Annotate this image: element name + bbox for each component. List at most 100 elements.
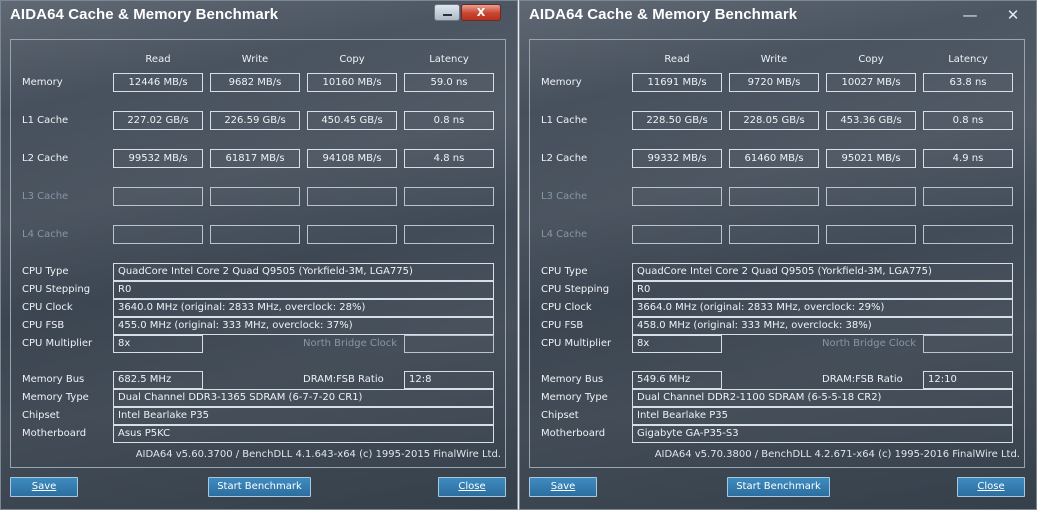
memory-type-value: Dual Channel DDR2-1100 SDRAM (6-5-5-18 C…	[632, 389, 1013, 407]
cpu-fsb-label: CPU FSB	[22, 320, 65, 331]
memory-bus-label: Memory Bus	[541, 374, 604, 385]
save-button[interactable]: Save	[10, 477, 78, 497]
chipset-value: Intel Bearlake P35	[632, 407, 1013, 425]
cpu-fsb-label: CPU FSB	[541, 320, 584, 331]
row-label-l3-cache: L3 Cache	[541, 191, 588, 202]
minimize-icon	[443, 14, 452, 16]
cpu-multiplier-value: 8x	[632, 335, 722, 353]
start-benchmark-button[interactable]: Start Benchmark	[208, 477, 311, 497]
start-benchmark-label: Start Benchmark	[217, 481, 302, 492]
save-button-label: Save	[550, 481, 576, 492]
l1-read-value: 227.02 GB/s	[113, 111, 203, 130]
l3-copy-value	[826, 187, 916, 206]
row-label-l1-cache: L1 Cache	[22, 115, 69, 126]
minimize-button[interactable]: —	[958, 5, 982, 25]
cpu-clock-value: 3640.0 MHz (original: 2833 MHz, overcloc…	[113, 299, 494, 317]
memory-copy-value: 10160 MB/s	[307, 73, 397, 92]
north-bridge-clock-value	[404, 335, 494, 353]
chipset-value: Intel Bearlake P35	[113, 407, 494, 425]
l4-read-value	[632, 225, 722, 244]
l3-write-value	[729, 187, 819, 206]
minimize-button[interactable]	[434, 4, 460, 21]
window-title: AIDA64 Cache & Memory Benchmark	[529, 6, 798, 23]
l2-latency-value: 4.9 ns	[923, 149, 1013, 168]
cpu-stepping-value: R0	[113, 281, 494, 299]
l4-write-value	[210, 225, 300, 244]
row-label-memory: Memory	[22, 77, 63, 88]
close-button[interactable]: Close	[957, 477, 1025, 497]
memory-bus-value: 549.6 MHz	[632, 371, 722, 389]
cpu-fsb-value: 458.0 MHz (original: 333 MHz, overclock:…	[632, 317, 1013, 335]
row-label-l4-cache: L4 Cache	[541, 229, 588, 240]
l4-write-value	[729, 225, 819, 244]
results-panel: Read Write Copy Latency Memory 11691 MB/…	[529, 39, 1025, 468]
l2-copy-value: 94108 MB/s	[307, 149, 397, 168]
l2-read-value: 99332 MB/s	[632, 149, 722, 168]
start-benchmark-button[interactable]: Start Benchmark	[727, 477, 830, 497]
memory-read-value: 12446 MB/s	[113, 73, 203, 92]
memory-type-value: Dual Channel DDR3-1365 SDRAM (6-7-7-20 C…	[113, 389, 494, 407]
close-window-button[interactable]: ✕	[1001, 5, 1025, 25]
cpu-fsb-value: 455.0 MHz (original: 333 MHz, overclock:…	[113, 317, 494, 335]
version-footer: AIDA64 v5.60.3700 / BenchDLL 4.1.643-x64…	[135, 449, 501, 460]
l3-read-value	[632, 187, 722, 206]
window-title: AIDA64 Cache & Memory Benchmark	[10, 6, 279, 23]
column-header-latency: Latency	[429, 54, 469, 65]
cpu-multiplier-label: CPU Multiplier	[541, 338, 612, 349]
save-button[interactable]: Save	[529, 477, 597, 497]
row-label-l3-cache: L3 Cache	[22, 191, 69, 202]
cpu-stepping-value: R0	[632, 281, 1013, 299]
l1-latency-value: 0.8 ns	[923, 111, 1013, 130]
close-button-label: Close	[458, 481, 486, 492]
motherboard-label: Motherboard	[22, 428, 87, 439]
cpu-clock-label: CPU Clock	[541, 302, 592, 313]
memory-read-value: 11691 MB/s	[632, 73, 722, 92]
memory-write-value: 9682 MB/s	[210, 73, 300, 92]
row-label-l1-cache: L1 Cache	[541, 115, 588, 126]
title-bar[interactable]: AIDA64 Cache & Memory Benchmark — ✕	[520, 1, 1036, 29]
cpu-clock-label: CPU Clock	[22, 302, 73, 313]
north-bridge-clock-label: North Bridge Clock	[822, 338, 917, 349]
benchmark-window-right: AIDA64 Cache & Memory Benchmark — ✕ Read…	[519, 0, 1037, 510]
north-bridge-clock-value	[923, 335, 1013, 353]
column-header-latency: Latency	[948, 54, 988, 65]
motherboard-value: Asus P5KC	[113, 425, 494, 443]
l4-latency-value	[404, 225, 494, 244]
title-bar[interactable]: AIDA64 Cache & Memory Benchmark X	[1, 1, 517, 29]
cpu-stepping-label: CPU Stepping	[22, 284, 91, 295]
motherboard-value: Gigabyte GA-P35-S3	[632, 425, 1013, 443]
memory-bus-label: Memory Bus	[22, 374, 85, 385]
l3-write-value	[210, 187, 300, 206]
dram-fsb-ratio-label: DRAM:FSB Ratio	[303, 374, 384, 385]
l3-latency-value	[404, 187, 494, 206]
save-button-label: Save	[31, 481, 57, 492]
l4-copy-value	[307, 225, 397, 244]
north-bridge-clock-label: North Bridge Clock	[303, 338, 398, 349]
column-header-read: Read	[664, 54, 690, 65]
version-footer: AIDA64 v5.70.3800 / BenchDLL 4.2.671-x64…	[654, 449, 1020, 460]
memory-type-label: Memory Type	[22, 392, 89, 403]
l2-latency-value: 4.8 ns	[404, 149, 494, 168]
l2-read-value: 99532 MB/s	[113, 149, 203, 168]
row-label-l4-cache: L4 Cache	[22, 229, 69, 240]
l2-write-value: 61460 MB/s	[729, 149, 819, 168]
cpu-multiplier-value: 8x	[113, 335, 203, 353]
l3-read-value	[113, 187, 203, 206]
close-button[interactable]: Close	[438, 477, 506, 497]
close-icon: ✕	[1006, 6, 1020, 24]
l1-read-value: 228.50 GB/s	[632, 111, 722, 130]
benchmark-window-left: AIDA64 Cache & Memory Benchmark X Read W…	[0, 0, 518, 510]
memory-copy-value: 10027 MB/s	[826, 73, 916, 92]
close-window-button[interactable]: X	[461, 4, 501, 21]
chipset-label: Chipset	[22, 410, 60, 421]
chipset-label: Chipset	[541, 410, 579, 421]
cpu-multiplier-label: CPU Multiplier	[22, 338, 93, 349]
l3-copy-value	[307, 187, 397, 206]
memory-latency-value: 59.0 ns	[404, 73, 494, 92]
memory-latency-value: 63.8 ns	[923, 73, 1013, 92]
close-button-label: Close	[977, 481, 1005, 492]
l4-latency-value	[923, 225, 1013, 244]
l1-copy-value: 450.45 GB/s	[307, 111, 397, 130]
results-panel: Read Write Copy Latency Memory 12446 MB/…	[10, 39, 506, 468]
l1-copy-value: 453.36 GB/s	[826, 111, 916, 130]
